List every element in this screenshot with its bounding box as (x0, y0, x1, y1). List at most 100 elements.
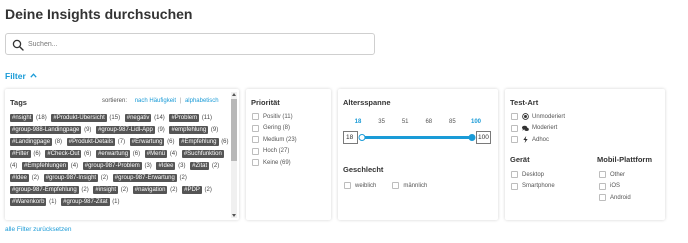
tag-count: (9) (157, 127, 165, 133)
age-min-input[interactable]: 18 (343, 131, 358, 144)
mobile-platform-option[interactable]: Other (599, 169, 631, 181)
tag-count: (4) (169, 151, 178, 157)
tag-chip[interactable]: #erwartung (96, 150, 131, 158)
tag-chip[interactable]: #Filter (10, 150, 31, 158)
tag-count: (1) (49, 199, 57, 205)
scrollbar-thumb[interactable] (231, 99, 237, 161)
age-ticks: 18 35 51 68 85 100 (354, 119, 481, 129)
slider-min-handle[interactable] (358, 134, 366, 141)
tag-chip[interactable]: #Idee (10, 174, 30, 182)
checkbox[interactable] (511, 136, 518, 144)
tag-chip[interactable]: #group-987-Zitat (61, 198, 110, 206)
age-range-slider[interactable] (358, 133, 476, 142)
tag-chip[interactable]: #group-987-Empfehlung (10, 186, 79, 194)
tag-chip[interactable]: #Idee (156, 162, 176, 170)
checkbox[interactable] (511, 182, 518, 190)
tag-chip[interactable]: #group-987-Insight (43, 174, 99, 182)
checkbox[interactable] (599, 194, 606, 202)
test-type-option[interactable]: Adhoc (511, 134, 565, 146)
tag-chip[interactable]: #Menü (144, 150, 168, 158)
tag-chip[interactable]: #Suchfunktion (181, 150, 224, 158)
age-tick: 18 (354, 119, 362, 125)
tag-chip[interactable]: #Check-Out (45, 150, 82, 158)
priority-option[interactable]: Hoch (27) (252, 146, 297, 158)
priority-option[interactable]: Positiv (11) (252, 111, 297, 123)
tag-count: (3) (144, 163, 152, 169)
priority-option-label: Keine (69) (263, 159, 291, 166)
mobile-platform-option[interactable]: iOS (599, 181, 631, 193)
checkbox[interactable] (599, 171, 606, 179)
device-option[interactable]: Smartphone (511, 181, 555, 193)
gender-title: Geschlecht (343, 165, 384, 174)
priority-option-label: Positiv (11) (263, 113, 293, 120)
device-option-label: Smartphone (522, 183, 555, 190)
sort-alphabetical-link[interactable]: alphabetisch (185, 98, 219, 104)
tag-chip[interactable]: #empfehlung (169, 126, 209, 134)
checkbox[interactable] (252, 113, 259, 121)
tag-chip[interactable]: #PDP (182, 186, 202, 194)
device-option-label: Desktop (522, 171, 545, 178)
tag-chip[interactable]: #nsight (10, 114, 34, 122)
priority-option[interactable]: Keine (69) (252, 157, 297, 169)
tags-sort: sortieren: nach Häufigkeit | alphabetisc… (102, 98, 219, 104)
checkbox[interactable] (392, 182, 400, 190)
tag-chip[interactable]: #navigation (132, 186, 168, 194)
filter-toggle[interactable]: Filter (5, 71, 37, 81)
sort-by-frequency-link[interactable]: nach Häufigkeit (135, 98, 176, 104)
tags-scrollbar[interactable] (231, 92, 237, 218)
checkbox[interactable] (344, 182, 351, 190)
tag-chip[interactable]: #Zitat (190, 162, 210, 170)
tag-chip[interactable]: #group-987-Problem (82, 162, 142, 170)
tag-count: (2) (211, 163, 220, 169)
tag-chip[interactable]: #negativ (124, 114, 152, 122)
lightning-icon (523, 136, 528, 144)
scroll-up-arrow-icon[interactable] (232, 93, 236, 96)
checkbox[interactable] (511, 113, 518, 121)
tag-chip[interactable]: #Empfehlung (179, 138, 219, 146)
device-option[interactable]: Desktop (511, 169, 555, 181)
checkbox[interactable] (511, 124, 518, 132)
search-input[interactable] (28, 36, 368, 52)
tag-count: (2) (31, 175, 40, 181)
tag-chip[interactable]: #insight (93, 186, 119, 194)
tag-chip[interactable]: #Landingpage (10, 138, 53, 146)
tag-chip[interactable]: #group-987-Lidl-App (96, 126, 155, 134)
test-type-label: Moderiert (532, 125, 558, 132)
test-device-panel: Test-Art Unmoderiert Moderiert Adhoc Ger… (505, 89, 665, 220)
tag-chip[interactable]: #Produkt-Details (66, 138, 116, 146)
tag-chip[interactable]: #group-987-Erwartung (112, 174, 177, 182)
slider-max-handle[interactable] (468, 134, 476, 141)
checkbox[interactable] (252, 159, 259, 167)
gender-option[interactable]: männlich (392, 180, 427, 192)
checkbox[interactable] (252, 136, 259, 144)
tag-count: (1) (112, 199, 120, 205)
age-range-title: Altersspanne (343, 98, 391, 107)
mobile-platform-option[interactable]: Android (599, 192, 631, 204)
gender-option[interactable]: weiblich (344, 180, 376, 192)
tag-count: (9) (210, 127, 219, 133)
tags-panel: Tags sortieren: nach Häufigkeit | alphab… (5, 89, 239, 220)
checkbox[interactable] (599, 182, 606, 190)
reset-filters-link[interactable]: alle Filter zurücksetzen (5, 226, 71, 233)
mobile-platform-label: Other (610, 171, 626, 178)
tag-chip[interactable]: #Produkt-Übersicht (51, 114, 107, 122)
slider-fill (362, 136, 472, 139)
tag-chip[interactable]: #Empfehlungen (22, 162, 69, 170)
tag-chip[interactable]: #group-988-Landingpage (10, 126, 82, 134)
checkbox[interactable] (252, 124, 259, 132)
tag-chip[interactable]: #Erwartung (129, 138, 165, 146)
tag-count: (8) (54, 139, 63, 145)
checkbox[interactable] (252, 147, 259, 155)
test-type-option[interactable]: Moderiert (511, 123, 565, 135)
tag-chip[interactable]: #Warenkorb (10, 198, 47, 206)
tag-chip[interactable]: #Problem (169, 114, 200, 122)
test-type-option[interactable]: Unmoderiert (511, 111, 565, 123)
tag-count: (2) (170, 187, 178, 193)
priority-option[interactable]: Gering (8) (252, 123, 297, 135)
age-max-input[interactable]: 100 (476, 131, 491, 144)
scroll-down-arrow-icon[interactable] (232, 214, 236, 217)
device-options: Desktop Smartphone (511, 169, 555, 192)
checkbox[interactable] (511, 171, 518, 179)
priority-option[interactable]: Medium (23) (252, 134, 297, 146)
search-box[interactable] (5, 33, 375, 55)
